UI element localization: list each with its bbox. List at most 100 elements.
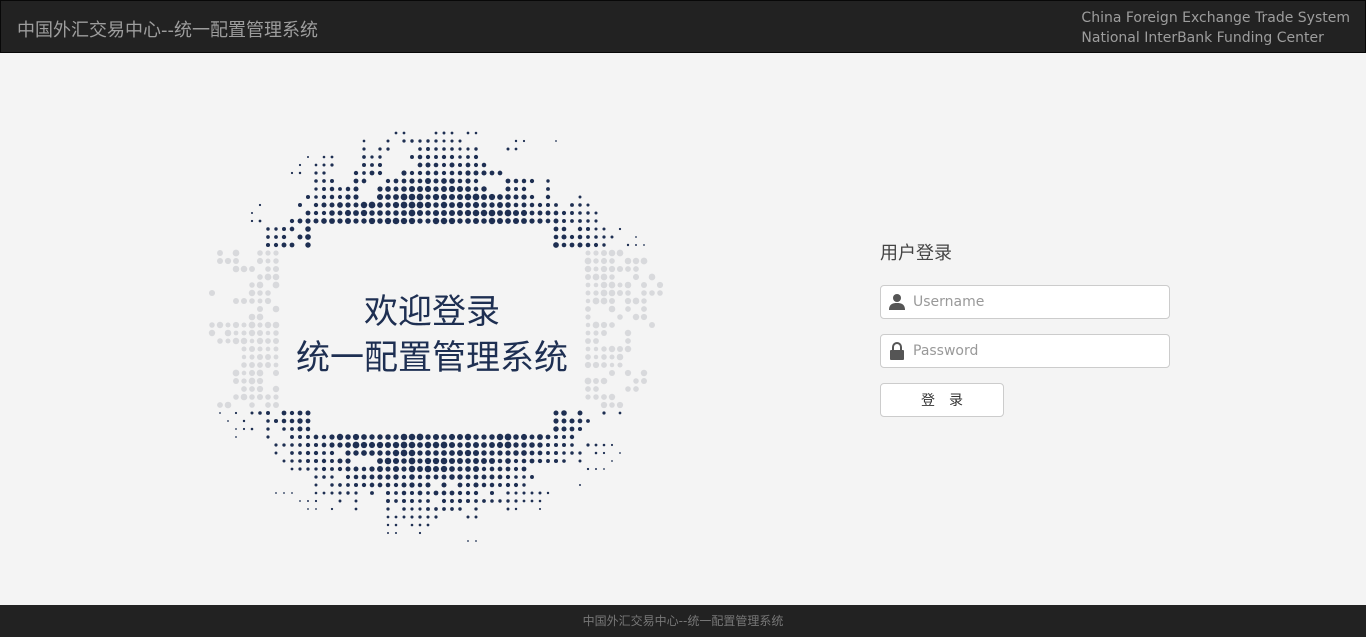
globe-dot <box>392 201 400 209</box>
globe-dot <box>417 458 423 464</box>
globe-dot <box>624 329 632 337</box>
globe-dot <box>298 163 302 167</box>
globe-dot <box>608 393 616 401</box>
globe-dot <box>386 515 390 519</box>
login-button[interactable]: 登录 <box>880 383 1004 417</box>
globe-dot <box>529 218 535 224</box>
globe-dot <box>416 209 424 217</box>
welcome-banner: 欢迎登录 统一配置管理系统 <box>250 290 614 382</box>
globe-dot <box>457 162 463 168</box>
globe-dot <box>241 322 247 328</box>
globe-dot <box>465 218 471 224</box>
lock-icon <box>890 342 904 360</box>
globe-dot <box>448 441 456 449</box>
globe-dot <box>425 218 431 224</box>
globe-dot <box>561 410 567 416</box>
globe-dot <box>282 443 286 447</box>
login-title: 用户登录 <box>880 243 952 264</box>
globe-dot <box>400 441 408 449</box>
globe-dot <box>586 419 590 423</box>
globe-dot <box>632 257 640 265</box>
welcome-line-1: 欢迎登录 <box>364 292 500 332</box>
globe-dot <box>256 257 264 265</box>
globe-dot <box>425 434 431 440</box>
globe-dot <box>426 523 430 527</box>
globe-dot <box>434 507 438 511</box>
globe-dot <box>464 441 472 449</box>
globe-dot <box>330 483 334 487</box>
globe-dot <box>240 297 248 305</box>
globe-dot <box>577 418 583 424</box>
username-input[interactable] <box>913 286 1163 318</box>
globe-dot <box>456 193 464 201</box>
globe-dot <box>586 235 590 239</box>
globe-dot <box>417 466 423 472</box>
globe-dot <box>434 139 438 143</box>
globe-dot <box>609 402 615 408</box>
globe-dot <box>370 491 374 495</box>
globe-dot <box>432 217 440 225</box>
globe-dot <box>545 194 551 200</box>
globe-dot <box>464 433 472 441</box>
globe-dot <box>473 162 479 168</box>
globe-dot <box>217 338 223 344</box>
globe-dot <box>625 290 631 296</box>
globe-dot <box>425 154 431 160</box>
globe-dot <box>402 515 406 519</box>
globe-dot <box>289 226 295 232</box>
globe-dot <box>514 147 518 151</box>
globe-dot <box>600 281 608 289</box>
globe-dot <box>353 218 359 224</box>
globe-dot <box>240 265 248 273</box>
globe-dot <box>376 441 384 449</box>
globe-dot <box>537 210 543 216</box>
globe-dot <box>601 250 607 256</box>
globe-dot <box>314 475 318 479</box>
globe-dot <box>619 452 621 454</box>
globe-dot <box>521 194 527 200</box>
globe-dot <box>641 378 647 384</box>
globe-dot <box>216 257 224 265</box>
globe-dot <box>546 179 550 183</box>
globe-dot <box>337 218 343 224</box>
globe-dot <box>593 258 599 264</box>
globe-dot <box>553 210 559 216</box>
globe-dot <box>418 147 422 151</box>
globe-dot <box>561 426 567 432</box>
globe-dot <box>632 313 640 321</box>
globe-dot <box>594 227 598 231</box>
globe-dot <box>577 234 583 240</box>
globe-dot <box>417 178 423 184</box>
globe-dot <box>408 185 416 193</box>
globe-dot <box>258 219 262 223</box>
globe-dot <box>521 178 527 184</box>
globe-dot <box>442 507 446 511</box>
globe-dot <box>369 466 375 472</box>
globe-dot <box>338 187 342 191</box>
globe-dot <box>353 194 359 200</box>
globe-dot <box>321 458 327 464</box>
globe-dot <box>402 131 406 135</box>
globe-dot <box>234 411 238 415</box>
globe-dot <box>561 418 567 424</box>
globe-dot <box>497 210 503 216</box>
globe-dot <box>394 499 398 503</box>
globe-dot <box>602 227 606 231</box>
globe-dot <box>537 458 543 464</box>
globe-dot <box>537 442 543 448</box>
globe-dot <box>465 178 471 184</box>
globe-dot <box>306 155 310 159</box>
globe-dot <box>465 186 471 192</box>
globe-dot <box>385 474 391 480</box>
globe-dot <box>592 273 600 281</box>
globe-dot <box>265 258 271 264</box>
globe-dot <box>505 474 511 480</box>
globe-dot <box>352 441 360 449</box>
globe-dot <box>449 154 455 160</box>
globe-dot <box>330 475 334 479</box>
globe-dot <box>600 273 608 281</box>
globe-dot <box>424 441 432 449</box>
globe-dot <box>440 457 448 465</box>
globe-dot <box>504 441 512 449</box>
password-input[interactable] <box>913 335 1163 367</box>
